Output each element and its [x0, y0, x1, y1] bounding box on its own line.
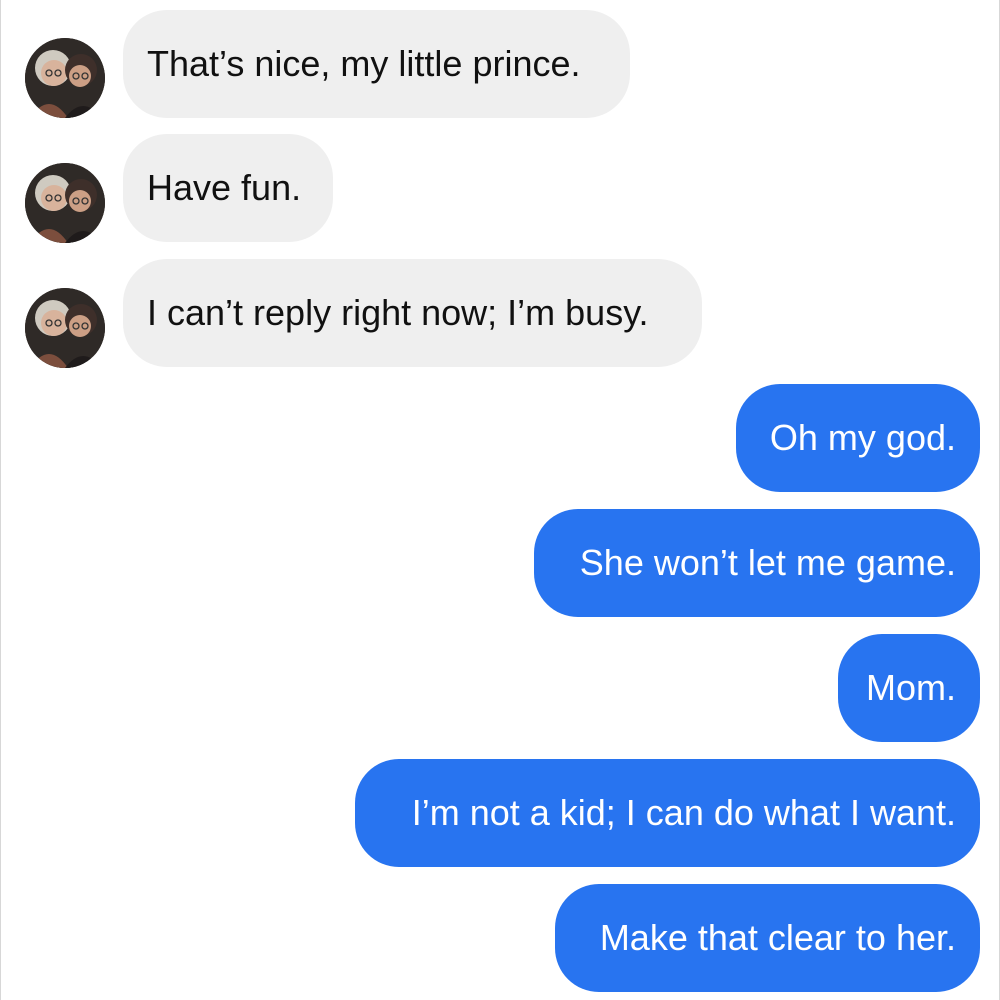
message-text: Have fun. — [147, 167, 302, 208]
contact-photo-avatar-icon — [25, 288, 105, 368]
contact-avatar-icon[interactable] — [25, 163, 105, 243]
contact-photo-avatar-icon — [25, 38, 105, 118]
message-text: I’m not a kid; I can do what I want. — [411, 792, 956, 833]
outgoing-message-bubble: Oh my god. — [736, 384, 980, 492]
outgoing-message-bubble: She won’t let me game. — [534, 509, 980, 617]
message-text: That’s nice, my little prince. — [147, 43, 581, 84]
message-text: Make that clear to her. — [599, 917, 956, 958]
outgoing-message-bubble: I’m not a kid; I can do what I want. — [355, 759, 980, 867]
contact-photo-avatar-icon — [25, 163, 105, 243]
message-text: I can’t reply right now; I’m busy. — [147, 292, 649, 333]
incoming-message-bubble: Have fun. — [123, 134, 333, 242]
incoming-message-bubble: I can’t reply right now; I’m busy. — [123, 259, 702, 367]
contact-avatar-icon[interactable] — [25, 38, 105, 118]
contact-avatar-icon[interactable] — [25, 288, 105, 368]
message-text: She won’t let me game. — [579, 542, 956, 583]
outgoing-message-bubble: Make that clear to her. — [555, 884, 980, 992]
chat-window: That’s nice, my little prince. Have fun. — [0, 0, 1000, 1000]
message-text: Oh my god. — [769, 417, 956, 458]
incoming-message-bubble: That’s nice, my little prince. — [123, 10, 630, 118]
outgoing-message-bubble: Mom. — [838, 634, 980, 742]
message-text: Mom. — [866, 667, 956, 708]
